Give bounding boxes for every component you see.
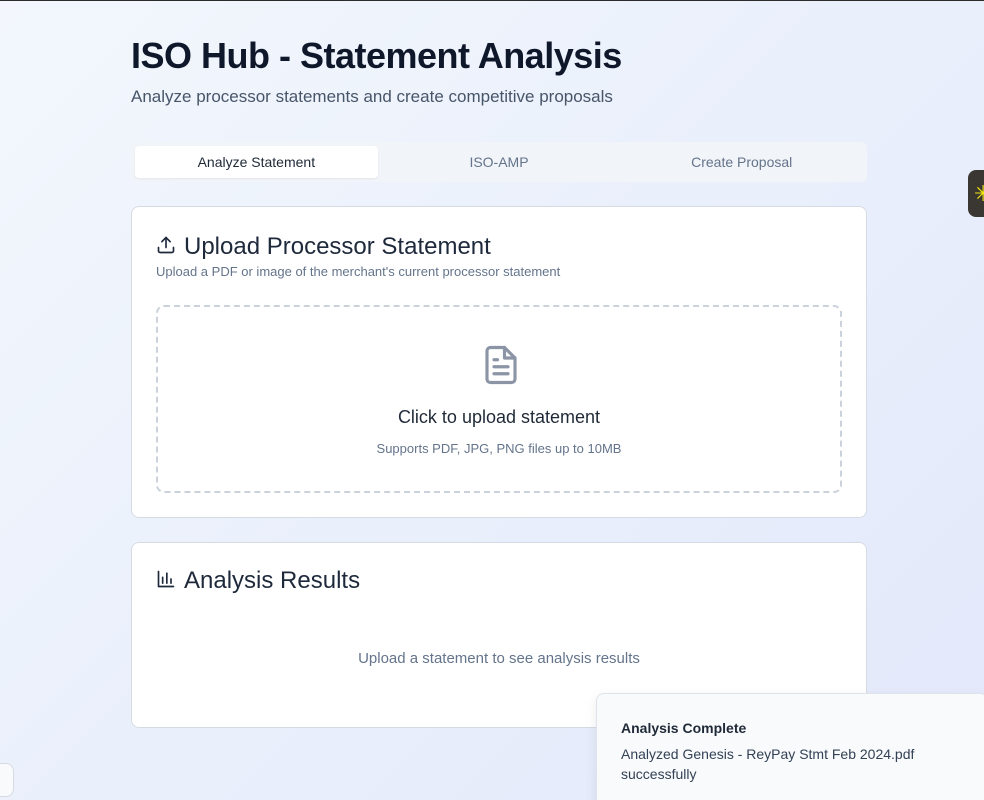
dropzone-title: Click to upload statement [397, 407, 601, 427]
upload-card-title: Upload Processor Statement [184, 233, 491, 260]
upload-dropzone[interactable]: Click to upload statement Supports PDF, … [156, 305, 842, 493]
tab-iso-amp[interactable]: ISO-AMP [378, 146, 621, 178]
corner-help-button[interactable] [0, 763, 14, 797]
file-text-icon [480, 341, 522, 394]
results-card-title: Analysis Results [184, 567, 361, 594]
upload-card-header: Upload Processor Statement [156, 233, 491, 261]
bar-chart-icon [156, 569, 176, 594]
results-empty-message: Upload a statement to see analysis resul… [358, 650, 640, 667]
upload-card-description: Upload a PDF or image of the merchant's … [156, 264, 561, 279]
asterisk-icon: ✳ [974, 180, 984, 206]
tab-analyze-statement[interactable]: Analyze Statement [135, 146, 378, 178]
tab-list: Analyze Statement ISO-AMP Create Proposa… [131, 142, 867, 182]
toast-notification: Analysis Complete Analyzed Genesis - Rey… [596, 693, 984, 800]
upload-icon [156, 235, 176, 260]
toast-message: Analyzed Genesis - ReyPay Stmt Feb 2024.… [621, 746, 915, 782]
toast-title: Analysis Complete [621, 720, 747, 736]
side-widget-button[interactable]: ✳ [968, 170, 984, 217]
results-card-header: Analysis Results [156, 567, 360, 595]
tab-create-proposal[interactable]: Create Proposal [620, 146, 863, 178]
page-title: ISO Hub - Statement Analysis [131, 35, 622, 76]
dropzone-hint: Supports PDF, JPG, PNG files up to 10MB [376, 441, 622, 456]
page-subtitle: Analyze processor statements and create … [131, 87, 613, 106]
upload-card: Upload Processor Statement Upload a PDF … [131, 206, 867, 518]
